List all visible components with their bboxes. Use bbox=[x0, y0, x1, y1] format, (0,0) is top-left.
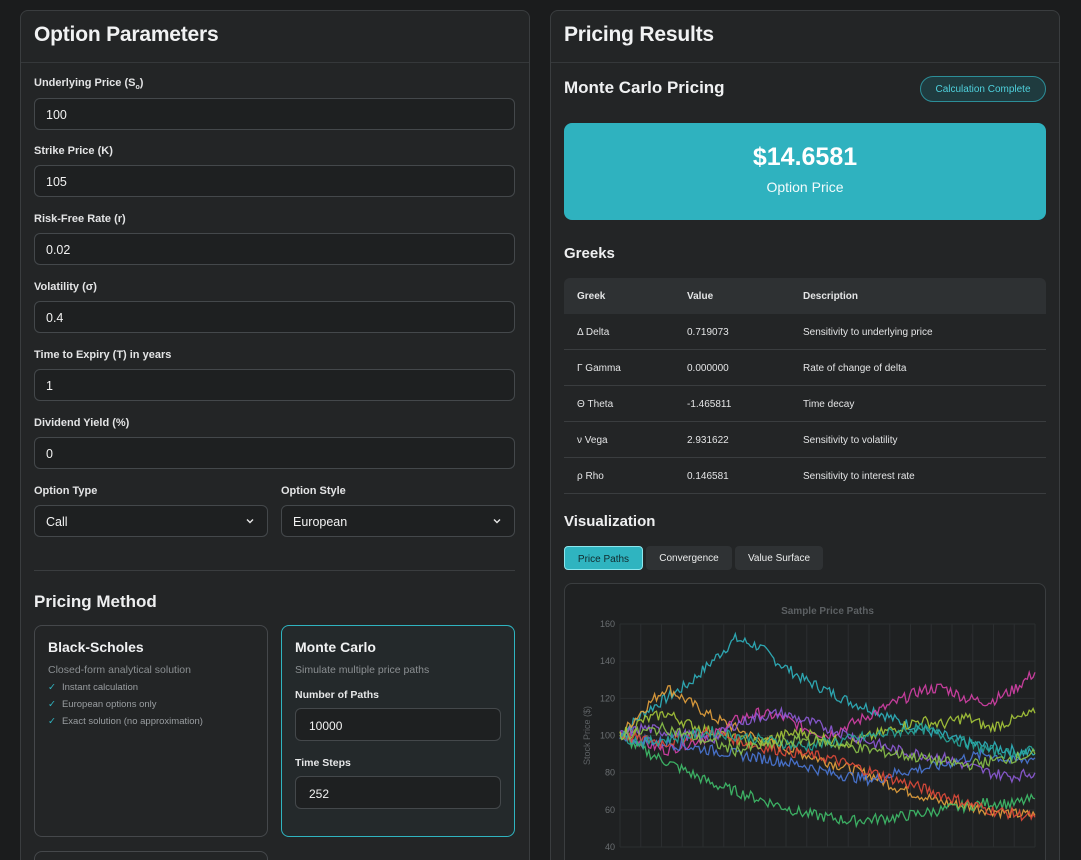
panel-title: Pricing Results bbox=[564, 23, 714, 46]
method-result-title: Monte Carlo Pricing bbox=[564, 78, 725, 97]
greek-value: 0.146581 bbox=[687, 471, 729, 482]
field-label: Option Style bbox=[281, 485, 346, 497]
underlying-price-input[interactable]: 100 bbox=[34, 98, 515, 130]
table-header-row: Greek Value Description bbox=[564, 278, 1046, 314]
greek-name: ρ Rho bbox=[577, 471, 604, 482]
steps-input[interactable]: 252 bbox=[295, 776, 501, 809]
monte-carlo-card[interactable]: Monte Carlo Simulate multiple price path… bbox=[281, 625, 515, 837]
paths-label: Number of Paths bbox=[295, 689, 380, 701]
chevron-down-icon bbox=[493, 519, 501, 524]
method-title: Monte Carlo bbox=[295, 639, 376, 655]
greeks-title: Greeks bbox=[564, 245, 615, 262]
y-tick-label: 40 bbox=[605, 842, 615, 852]
panel-title: Option Parameters bbox=[34, 23, 219, 46]
greek-description: Sensitivity to underlying price bbox=[803, 327, 933, 338]
option-price-card: $14.6581 Option Price bbox=[564, 123, 1046, 220]
field-label: Strike Price (K) bbox=[34, 145, 113, 157]
greek-description: Sensitivity to interest rate bbox=[803, 471, 915, 482]
option-style-field: Option Style European bbox=[281, 485, 515, 537]
method-subtitle: Simulate multiple price paths bbox=[295, 664, 430, 676]
risk-free-rate-input[interactable]: 0.02 bbox=[34, 233, 515, 265]
chevron-down-icon bbox=[246, 519, 254, 524]
feature-item: ✓ Instant calculation bbox=[48, 682, 139, 693]
greek-description: Time decay bbox=[803, 399, 855, 410]
field-label: Risk-Free Rate (r) bbox=[34, 213, 126, 225]
check-icon: ✓ bbox=[48, 699, 56, 710]
status-badge: Calculation Complete bbox=[920, 76, 1046, 102]
greek-name: Δ Delta bbox=[577, 327, 610, 338]
field-label: Underlying Price (So) bbox=[34, 77, 144, 92]
risk-free-rate-field: Risk-Free Rate (r) 0.02 bbox=[34, 213, 515, 265]
option-type-select[interactable]: Call bbox=[34, 505, 268, 537]
panel-header: Option Parameters bbox=[21, 11, 529, 63]
field-label: Volatility (σ) bbox=[34, 281, 97, 293]
feature-item: ✓ European options only bbox=[48, 699, 157, 710]
y-tick-label: 80 bbox=[605, 768, 615, 778]
check-icon: ✓ bbox=[48, 716, 56, 727]
table-row: Θ Theta -1.465811 Time decay bbox=[564, 386, 1046, 422]
visualization-title: Visualization bbox=[564, 513, 656, 530]
black-scholes-card[interactable]: Black-Scholes Closed-form analytical sol… bbox=[34, 625, 268, 837]
tab-price-paths[interactable]: Price Paths bbox=[564, 546, 643, 570]
chart-title: Sample Price Paths bbox=[781, 606, 874, 617]
greek-value: -1.465811 bbox=[687, 399, 732, 410]
check-icon: ✓ bbox=[48, 682, 56, 693]
pricing-results-panel: Pricing Results Monte Carlo Pricing Calc… bbox=[550, 10, 1060, 860]
strike-price-input[interactable]: 105 bbox=[34, 165, 515, 197]
field-label: Dividend Yield (%) bbox=[34, 417, 130, 429]
tab-value-surface[interactable]: Value Surface bbox=[735, 546, 823, 570]
option-price-value: $14.6581 bbox=[752, 143, 858, 171]
method-title: Black-Scholes bbox=[48, 639, 144, 655]
volatility-input[interactable]: 0.4 bbox=[34, 301, 515, 333]
steps-label: Time Steps bbox=[295, 757, 351, 769]
greek-name: ν Vega bbox=[577, 435, 608, 446]
underlying-price-field: Underlying Price (So) 100 bbox=[34, 77, 515, 130]
price-paths-chart: Sample Price Paths Stock Price ($) 40 60 80 1… bbox=[564, 583, 1046, 860]
option-price-label: Option Price bbox=[766, 179, 844, 195]
greek-value: 2.931622 bbox=[687, 435, 729, 446]
dividend-yield-input[interactable]: 0 bbox=[34, 437, 515, 469]
volatility-field: Volatility (σ) 0.4 bbox=[34, 281, 515, 333]
time-to-expiry-input[interactable]: 1 bbox=[34, 369, 515, 401]
table-row: ρ Rho 0.146581 Sensitivity to interest r… bbox=[564, 458, 1046, 494]
y-tick-label: 160 bbox=[600, 619, 615, 629]
greek-description: Sensitivity to volatility bbox=[803, 435, 898, 446]
option-style-select[interactable]: European bbox=[281, 505, 515, 537]
greeks-table: Greek Value Description Δ Delta 0.719073… bbox=[564, 278, 1046, 494]
feature-item: ✓ Exact solution (no approximation) bbox=[48, 716, 203, 727]
column-header: Description bbox=[803, 291, 859, 302]
section-divider bbox=[34, 570, 515, 571]
field-label: Time to Expiry (T) in years bbox=[34, 349, 172, 361]
greek-value: 0.719073 bbox=[687, 327, 729, 338]
method-subtitle: Closed-form analytical solution bbox=[48, 664, 191, 676]
pricing-method-title: Pricing Method bbox=[34, 592, 157, 611]
greek-name: Γ Gamma bbox=[577, 363, 621, 374]
option-parameters-panel: Option Parameters Underlying Price (So) … bbox=[20, 10, 530, 860]
greek-name: Θ Theta bbox=[577, 399, 614, 410]
y-tick-label: 120 bbox=[600, 693, 615, 703]
option-type-value: Call bbox=[46, 515, 68, 529]
tab-convergence[interactable]: Convergence bbox=[646, 546, 732, 570]
table-row: ν Vega 2.931622 Sensitivity to volatilit… bbox=[564, 422, 1046, 458]
table-row: Γ Gamma 0.000000 Rate of change of delta bbox=[564, 350, 1046, 386]
dividend-yield-field: Dividend Yield (%) 0 bbox=[34, 417, 515, 469]
y-axis-label: Stock Price ($) bbox=[582, 706, 592, 765]
field-label: Option Type bbox=[34, 485, 98, 497]
column-header: Value bbox=[687, 291, 714, 302]
greek-value: 0.000000 bbox=[687, 363, 729, 374]
chart-canvas: Sample Price Paths Stock Price ($) 40 60 80 1… bbox=[582, 606, 1036, 852]
option-type-field: Option Type Call bbox=[34, 485, 268, 537]
y-tick-label: 100 bbox=[600, 731, 615, 741]
column-header: Greek bbox=[577, 291, 606, 302]
y-tick-label: 140 bbox=[600, 656, 615, 666]
option-style-value: European bbox=[293, 515, 348, 529]
strike-price-field: Strike Price (K) 105 bbox=[34, 145, 515, 197]
table-row: Δ Delta 0.719073 Sensitivity to underlyi… bbox=[564, 314, 1046, 350]
time-to-expiry-field: Time to Expiry (T) in years 1 bbox=[34, 349, 515, 401]
panel-header: Pricing Results bbox=[551, 11, 1059, 63]
y-tick-label: 60 bbox=[605, 805, 615, 815]
greek-description: Rate of change of delta bbox=[803, 363, 907, 374]
method-card-partial[interactable] bbox=[34, 851, 268, 860]
paths-input[interactable]: 10000 bbox=[295, 708, 501, 741]
